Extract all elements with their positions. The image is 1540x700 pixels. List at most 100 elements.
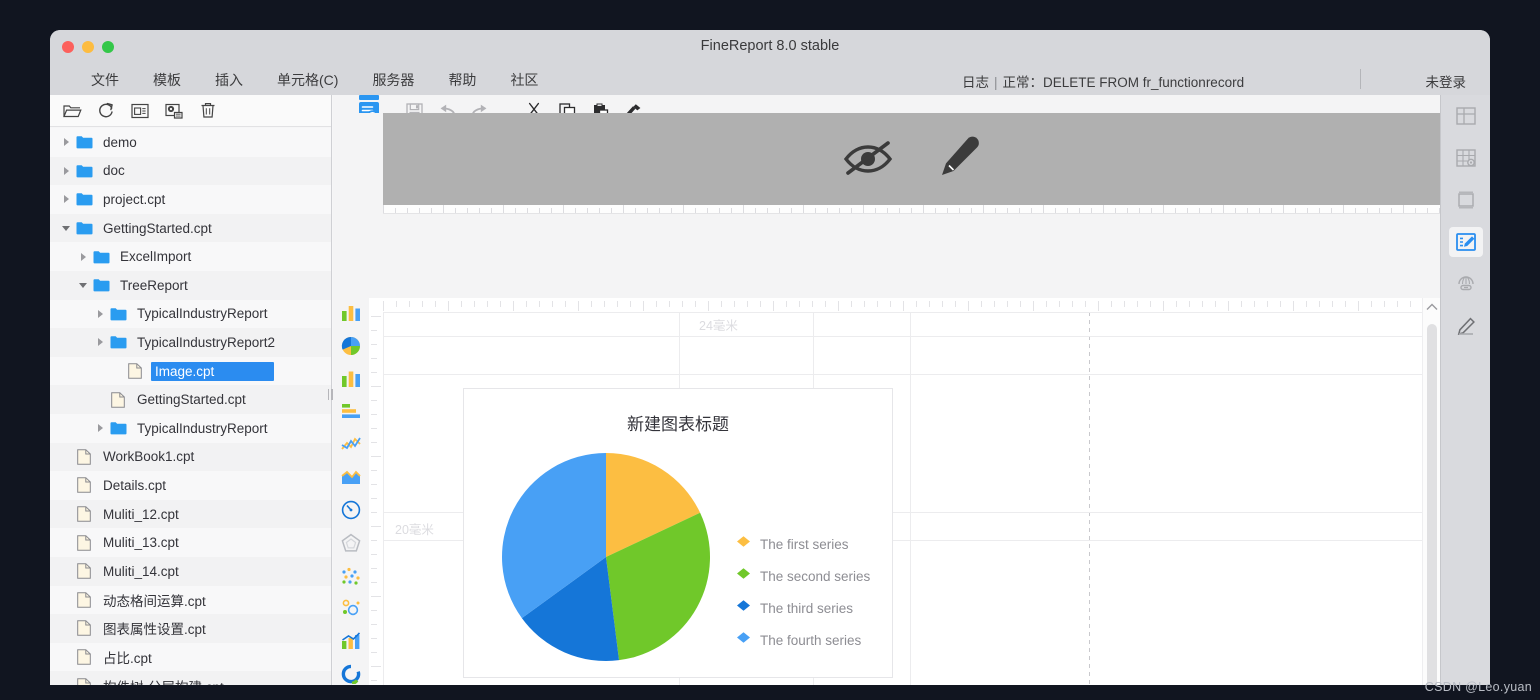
tree-item[interactable]: TreeReport xyxy=(50,271,331,300)
settings-report-icon[interactable] xyxy=(164,101,184,121)
pie-chart-icon[interactable] xyxy=(339,335,363,357)
legend-item[interactable]: The first series xyxy=(736,535,870,553)
pen-icon[interactable] xyxy=(1449,311,1483,341)
tree-item[interactable]: TypicalIndustryReport xyxy=(50,414,331,443)
tree-item[interactable]: Details.cpt xyxy=(50,471,331,500)
tree-item[interactable]: GettingStarted.cpt xyxy=(50,385,331,414)
bar-chart-icon[interactable] xyxy=(339,302,363,324)
menu-item-template[interactable]: 模板 xyxy=(136,67,198,93)
stacked-bar-icon[interactable] xyxy=(339,400,363,422)
ruler-tick xyxy=(515,208,516,213)
sheet-grid[interactable]: 24毫米 20毫米 新建图表标题 The first seriesThe sec… xyxy=(383,312,1422,685)
eye-slash-icon[interactable] xyxy=(842,137,894,182)
ruler-tick xyxy=(1367,208,1368,213)
file-tree[interactable]: demodocproject.cptGettingStarted.cptExce… xyxy=(50,128,331,685)
chevron-right-icon[interactable] xyxy=(58,157,74,186)
login-state[interactable]: 未登录 xyxy=(1426,71,1467,91)
ruler-tick xyxy=(467,208,468,213)
legend-item[interactable]: The second series xyxy=(736,567,870,585)
legend-item[interactable]: The third series xyxy=(736,599,870,617)
column-chart-icon[interactable] xyxy=(339,368,363,390)
tree-item[interactable]: Muliti_13.cpt xyxy=(50,528,331,557)
hyperlink-icon[interactable] xyxy=(1449,269,1483,299)
tree-item[interactable]: 占比.cpt xyxy=(50,643,331,672)
tree-item[interactable]: Image.cpt xyxy=(50,357,331,386)
ruler-tick xyxy=(443,204,444,213)
refresh-icon[interactable] xyxy=(96,101,116,121)
menu-item-cell[interactable]: 单元格(C) xyxy=(260,67,355,93)
ruler-tick xyxy=(395,208,396,213)
sheet-vertical-ruler xyxy=(369,312,383,685)
right-property-rail[interactable] xyxy=(1440,95,1490,685)
tree-item[interactable]: GettingStarted.cpt xyxy=(50,214,331,243)
ruler-tick xyxy=(1175,208,1176,213)
cell-settings-icon[interactable] xyxy=(1449,143,1483,173)
pencil-icon[interactable] xyxy=(938,134,982,185)
area-chart-icon[interactable] xyxy=(339,466,363,488)
ruler-tick xyxy=(1007,301,1008,307)
new-report-icon[interactable] xyxy=(130,101,150,121)
tree-item[interactable]: TypicalIndustryReport xyxy=(50,300,331,329)
scatter-chart-icon[interactable] xyxy=(339,565,363,587)
ruler-tick xyxy=(630,301,631,307)
tree-item[interactable]: Muliti_14.cpt xyxy=(50,557,331,586)
tree-item[interactable]: doc xyxy=(50,157,331,186)
tree-item-label: Image.cpt xyxy=(151,362,274,381)
pie-chart[interactable] xyxy=(500,451,712,663)
ruler-tick xyxy=(1059,301,1060,307)
bubble-chart-icon[interactable] xyxy=(339,597,363,619)
chart-type-rail[interactable] xyxy=(333,298,369,685)
tree-item[interactable]: demo xyxy=(50,128,331,157)
tree-item[interactable]: 动态格间运算.cpt xyxy=(50,586,331,615)
combo-chart-icon[interactable] xyxy=(339,630,363,652)
chevron-right-icon[interactable] xyxy=(58,185,74,214)
delete-icon[interactable] xyxy=(198,101,218,121)
gauge-chart-icon[interactable] xyxy=(339,499,363,521)
watermark: CSDN @Leo.yuan xyxy=(1425,680,1532,694)
chevron-right-icon[interactable] xyxy=(92,328,108,357)
open-folder-icon[interactable] xyxy=(62,101,82,121)
cell-layout-icon[interactable] xyxy=(1449,101,1483,131)
menu-item-insert[interactable]: 插入 xyxy=(198,67,260,93)
tree-spacer xyxy=(58,614,74,643)
tree-spacer xyxy=(58,471,74,500)
menu-item-file[interactable]: 文件 xyxy=(74,67,136,93)
tree-item[interactable]: 构件树-分层构建.cpt xyxy=(50,671,331,685)
chevron-down-icon[interactable] xyxy=(58,214,74,243)
donut-chart-icon[interactable] xyxy=(339,663,363,685)
ruler-tick xyxy=(1007,208,1008,213)
report-sheet[interactable]: 24毫米 20毫米 新建图表标题 The first seriesThe sec… xyxy=(369,298,1422,685)
chart-widget[interactable]: 新建图表标题 The first seriesThe second series… xyxy=(463,388,893,678)
tree-item[interactable]: 图表属性设置.cpt xyxy=(50,614,331,643)
ruler-tick xyxy=(1271,208,1272,213)
chevron-right-icon[interactable] xyxy=(75,242,91,271)
tree-item[interactable]: Muliti_12.cpt xyxy=(50,500,331,529)
chevron-down-icon[interactable] xyxy=(75,271,91,300)
radar-chart-icon[interactable] xyxy=(339,532,363,554)
ruler-tick xyxy=(799,301,800,307)
chevron-right-icon[interactable] xyxy=(92,414,108,443)
frame-attr-icon[interactable] xyxy=(1449,185,1483,215)
line-chart-icon[interactable] xyxy=(339,433,363,455)
tree-item[interactable]: project.cpt xyxy=(50,185,331,214)
ruler-tick xyxy=(371,330,377,331)
workspace: demodocproject.cptGettingStarted.cptExce… xyxy=(50,95,1490,685)
edit-attr-icon[interactable] xyxy=(1449,227,1483,257)
legend-item[interactable]: The fourth series xyxy=(736,631,870,649)
scroll-up-icon[interactable] xyxy=(1423,298,1440,316)
scrollbar-thumb[interactable] xyxy=(1427,324,1437,685)
vertical-scrollbar[interactable] xyxy=(1422,298,1440,685)
status-log[interactable]: 日志|正常：DELETE FROM fr_functionrecord xyxy=(962,71,1244,91)
status-text: 正常：DELETE FROM fr_functionrecord xyxy=(1003,75,1245,90)
tree-item[interactable]: WorkBook1.cpt xyxy=(50,443,331,472)
tree-item[interactable]: TypicalIndustryReport2 xyxy=(50,328,331,357)
status-log-label: 日志 xyxy=(962,75,989,90)
chevron-right-icon[interactable] xyxy=(58,128,74,157)
menu-item-help[interactable]: 帮助 xyxy=(431,67,493,93)
tree-item[interactable]: ExcelImport xyxy=(50,242,331,271)
menu-item-community[interactable]: 社区 xyxy=(493,67,555,93)
menu-item-server[interactable]: 服务器 xyxy=(355,67,431,93)
ruler-tick xyxy=(371,456,381,457)
sheet-horizontal-ruler xyxy=(369,298,1422,312)
chevron-right-icon[interactable] xyxy=(92,300,108,329)
